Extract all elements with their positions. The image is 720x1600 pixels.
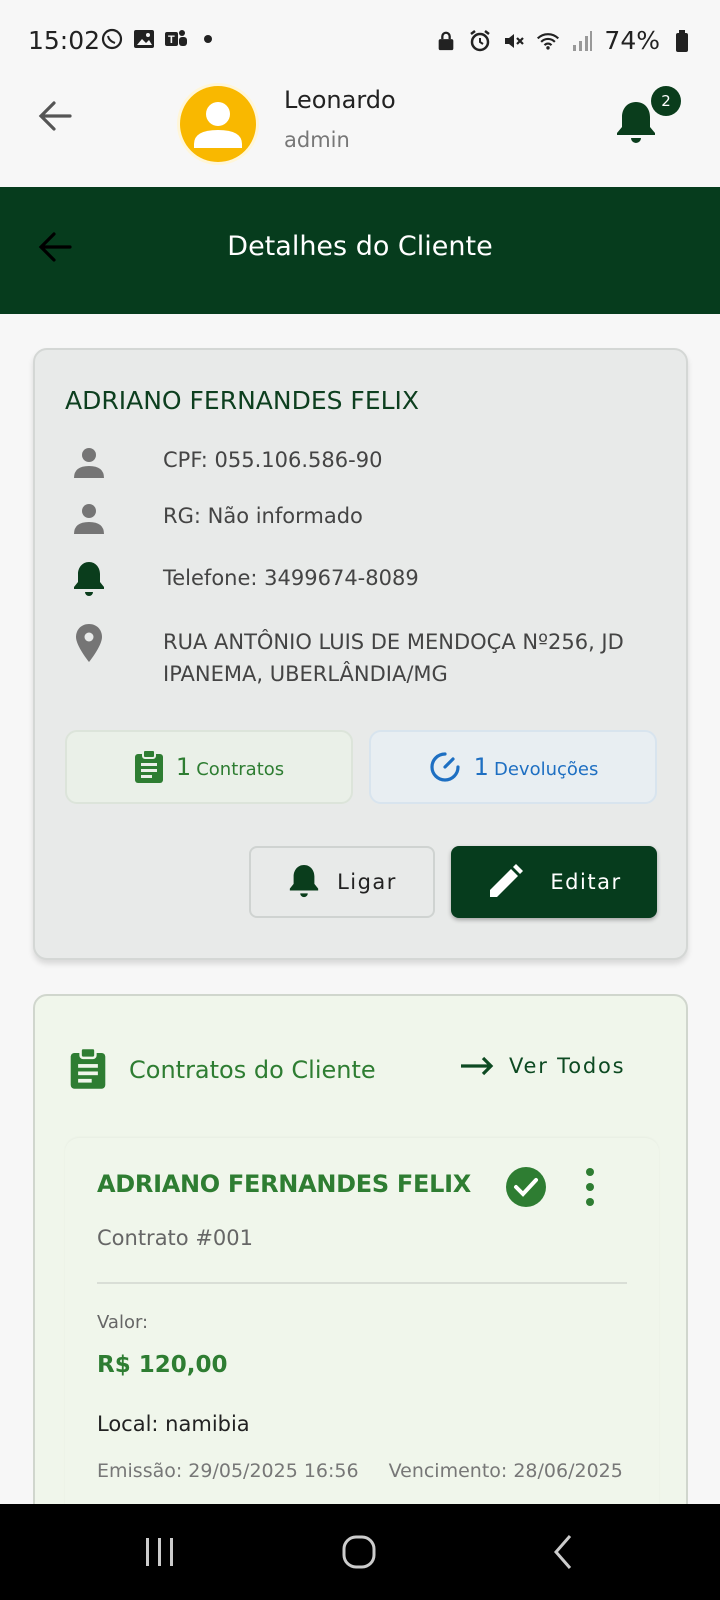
app-header: Leonardo admin 2 (0, 80, 720, 187)
mute-icon (502, 29, 526, 53)
person-icon (194, 102, 242, 148)
devolucoes-stat-button[interactable]: 1 Devoluções (369, 730, 657, 804)
contratos-count: 1 (175, 753, 192, 781)
contract-dates: Emissão: 29/05/2025 16:56 Vencimento: 28/… (97, 1460, 627, 1490)
back-button[interactable] (34, 94, 78, 138)
system-nav-bar (0, 1504, 720, 1600)
person-icon (71, 500, 107, 536)
ligar-label: Ligar (337, 870, 397, 894)
notifications-button[interactable]: 2 (617, 86, 681, 146)
user-role: admin (284, 128, 350, 152)
alarm-icon (468, 29, 492, 53)
whatsapp-icon (100, 27, 124, 51)
clipboard-icon (70, 1048, 106, 1089)
telefone-row[interactable]: Telefone: 3499674-8089 (71, 562, 419, 598)
telefone-text: Telefone: 3499674-8089 (163, 566, 419, 590)
ligar-button[interactable]: Ligar (249, 846, 435, 918)
editar-label: Editar (550, 870, 622, 894)
more-vert-icon[interactable] (577, 1166, 603, 1208)
valor-label: Valor: (97, 1312, 149, 1333)
arrow-right-icon (461, 1056, 494, 1076)
client-name: ADRIANO FERNANDES FELIX (65, 386, 420, 415)
emissao-text: Emissão: 29/05/2025 16:56 (97, 1460, 359, 1482)
contratos-label: Contratos (196, 759, 285, 780)
vencimento-text: Vencimento: 28/06/2025 (388, 1460, 623, 1482)
status-icons-right: 74% (434, 26, 694, 55)
history-icon (430, 752, 460, 782)
battery-text: 74% (604, 26, 660, 55)
signal-icon (570, 29, 594, 53)
chevron-left-icon (554, 1535, 572, 1569)
person-icon (71, 444, 107, 480)
home-icon (342, 1535, 376, 1569)
contract-client-name: ADRIANO FERNANDES FELIX (97, 1170, 471, 1198)
recent-apps-button[interactable] (138, 1530, 182, 1574)
cpf-row: CPF: 055.106.586-90 (71, 444, 382, 480)
svg-text:T: T (168, 34, 175, 46)
divider (97, 1282, 627, 1284)
page-title: Detalhes do Cliente (227, 231, 493, 262)
status-time: 15:02 (28, 26, 101, 55)
check-circle-icon (506, 1167, 546, 1207)
arrow-left-icon (38, 101, 72, 131)
gallery-icon (132, 27, 156, 51)
ver-todos-button[interactable]: Ver Todos (459, 1054, 625, 1078)
home-button[interactable] (338, 1530, 382, 1574)
bell-icon (71, 562, 107, 598)
valor-amount: R$ 120,00 (97, 1352, 228, 1378)
avatar[interactable] (180, 86, 256, 162)
dot-icon (196, 27, 220, 51)
endereco-text: RUA ANTÔNIO LUIS DE MENDOÇA Nº256, JD IP… (163, 630, 624, 686)
contract-number: Contrato #001 (97, 1226, 253, 1250)
rg-row: RG: Não informado (71, 500, 363, 536)
devolucoes-label: Devoluções (494, 759, 599, 780)
bell-icon (289, 865, 319, 898)
battery-icon (670, 29, 694, 53)
endereco-row: RUA ANTÔNIO LUIS DE MENDOÇA Nº256, JD IP… (71, 624, 624, 686)
teams-icon: T (164, 27, 188, 51)
wifi-icon (536, 29, 560, 53)
user-name: Leonardo (284, 86, 396, 114)
contratos-stat-button[interactable]: 1 Contratos (65, 730, 353, 804)
client-card: ADRIANO FERNANDES FELIX CPF: 055.106.586… (33, 348, 688, 960)
editar-button[interactable]: Editar (451, 846, 657, 918)
status-icons-left: T (100, 27, 220, 51)
ver-todos-label: Ver Todos (509, 1054, 626, 1078)
pencil-icon (490, 864, 524, 897)
lock-icon (434, 29, 458, 53)
location-pin-icon (71, 624, 107, 662)
devolucoes-count: 1 (473, 753, 489, 781)
notification-badge: 2 (651, 86, 681, 116)
rg-text: RG: Não informado (163, 504, 363, 528)
cpf-text: CPF: 055.106.586-90 (163, 448, 383, 472)
status-bar: 15:02 T 74% (0, 0, 720, 80)
recent-apps-icon (146, 1538, 173, 1566)
title-bar: Detalhes do Cliente (0, 187, 720, 314)
clipboard-icon (134, 750, 163, 783)
contracts-section-title: Contratos do Cliente (129, 1056, 376, 1084)
system-back-button[interactable] (544, 1530, 588, 1574)
local-text: Local: namibia (97, 1412, 250, 1436)
